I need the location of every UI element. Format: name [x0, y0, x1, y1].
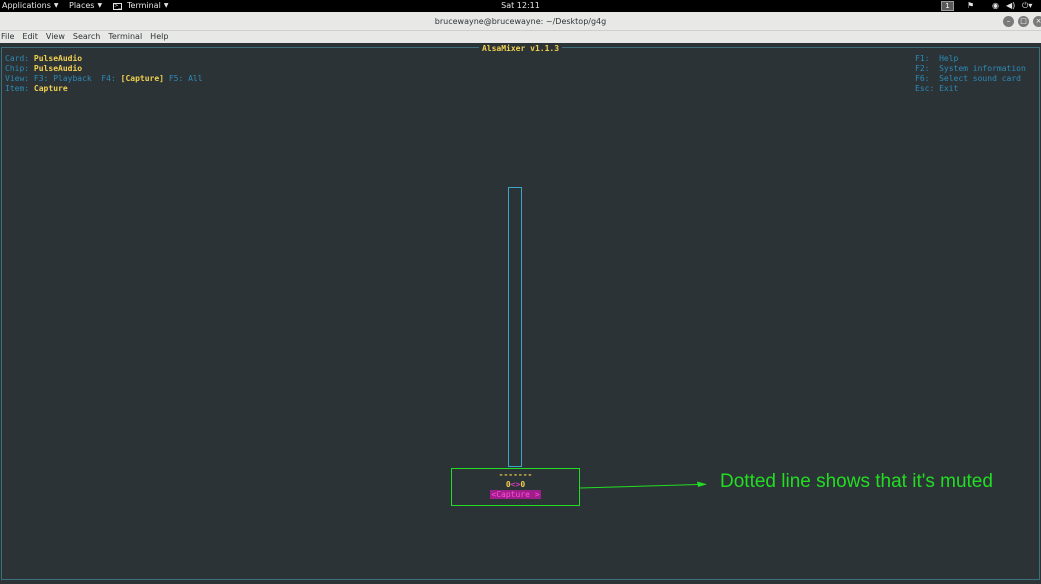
help-esc: Esc: Exit [915, 84, 959, 93]
capture-volume-bar[interactable] [508, 187, 522, 467]
help-f6: F6: Select sound card [915, 74, 1021, 83]
maximize-button[interactable]: □ [1018, 16, 1029, 27]
alsamixer-title: AlsaMixer v1.1.3 [0, 44, 1041, 54]
view-label: View: [5, 74, 30, 83]
workspace-indicator[interactable]: 1 [941, 1, 954, 11]
minimize-button[interactable]: – [1003, 16, 1014, 27]
chip-label: Chip: [5, 64, 30, 73]
annotation-text: Dotted line shows that it's muted [720, 471, 993, 492]
annotation-arrow-icon [579, 481, 707, 489]
card-value: PulseAudio [33, 54, 83, 63]
menu-search[interactable]: Search [73, 31, 100, 43]
menu-edit[interactable]: Edit [22, 31, 38, 43]
help-f2: F2: System information [915, 64, 1026, 73]
close-icon: × [1035, 17, 1041, 25]
card-label: Card: [5, 54, 30, 63]
menu-file[interactable]: File [1, 31, 14, 43]
view-f3[interactable]: F3: Playback [34, 74, 92, 83]
minimize-icon: – [1006, 17, 1011, 25]
menu-help[interactable]: Help [150, 31, 168, 43]
view-f5[interactable]: F5: All [169, 74, 203, 83]
view-f4-value[interactable]: [Capture] [121, 74, 164, 83]
maximize-icon: □ [1020, 17, 1027, 25]
power-icon[interactable]: ⏻▾ [1022, 0, 1032, 12]
view-f4-key: F4: [101, 74, 116, 83]
close-button[interactable]: × [1033, 16, 1041, 27]
menu-terminal[interactable]: Terminal [108, 31, 142, 43]
clock[interactable]: Sat 12:11 [0, 0, 1041, 12]
alsamixer-info: Card: PulseAudio Chip: PulseAudio View: … [5, 54, 203, 94]
terminal-menubar: File Edit View Search Terminal Help [0, 31, 1041, 43]
chip-value: PulseAudio [33, 64, 83, 73]
volume-icon[interactable]: ◀) [1006, 0, 1015, 12]
annotation-box [451, 468, 580, 506]
item-value: Capture [33, 84, 68, 93]
item-label: Item: [5, 84, 30, 93]
window-title: brucewayne@brucewayne: ~/Desktop/g4g [434, 17, 607, 26]
alsamixer-help: F1: Help F2: System information F6: Sele… [915, 54, 1026, 94]
menu-view[interactable]: View [46, 31, 65, 43]
network-icon[interactable]: ◉ [992, 0, 999, 12]
people-icon[interactable]: ⚑ [967, 0, 974, 12]
help-f1: F1: Help [915, 54, 959, 63]
window-titlebar: brucewayne@brucewayne: ~/Desktop/g4g – □… [0, 12, 1041, 31]
top-bar: Applications ▼ Places ▼ >_ Terminal ▼ Sa… [0, 0, 1041, 12]
